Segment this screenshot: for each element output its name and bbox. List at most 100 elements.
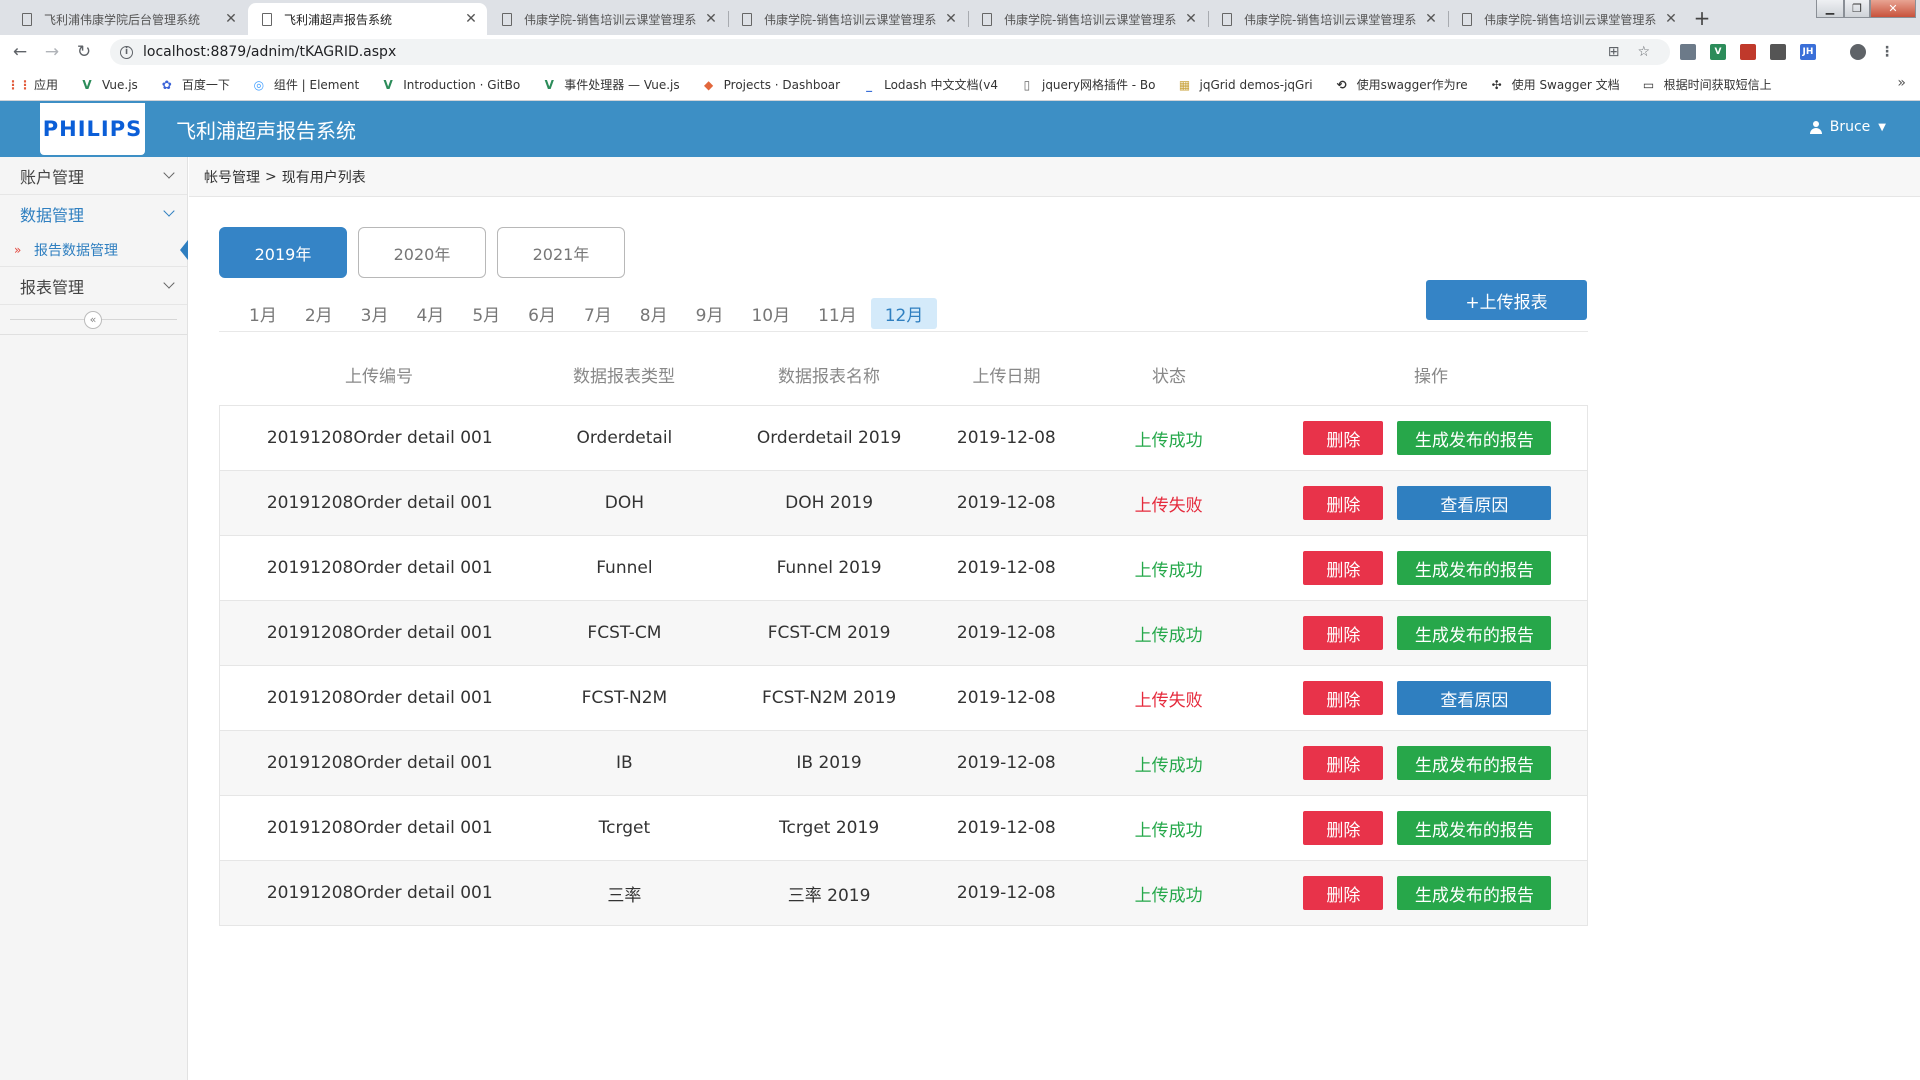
generate-report-button[interactable]: 生成发布的报告 [1397, 421, 1552, 455]
bookmark-item[interactable]: ✿ 百度一下 [160, 76, 230, 93]
menu-kebab-icon[interactable]: ⋮ [1880, 44, 1894, 60]
bookmark-item[interactable]: ▯ jquery网格插件 - Bo [1020, 76, 1156, 93]
close-icon[interactable]: ✕ [463, 11, 479, 27]
delete-button[interactable]: 删除 [1303, 876, 1384, 910]
generate-report-button[interactable]: 生成发布的报告 [1397, 811, 1552, 845]
profile-icon[interactable] [1850, 44, 1866, 60]
generate-report-button[interactable]: 生成发布的报告 [1397, 746, 1552, 780]
collapse-sidebar-icon[interactable]: « [84, 311, 102, 329]
bookmark-item[interactable]: ✣ 使用 Swagger 文档 [1490, 76, 1620, 93]
bookmark-item[interactable]: ⋮⋮ 应用 [7, 76, 58, 93]
minimize-button[interactable]: ▁ [1816, 0, 1844, 18]
jh-extension-icon[interactable]: JH [1800, 44, 1816, 60]
delete-button[interactable]: 删除 [1303, 811, 1384, 845]
bookmark-item[interactable]: V Introduction · GitBo [381, 78, 521, 92]
extension-icon[interactable] [1740, 44, 1756, 60]
browser-tab[interactable]: 飞利浦超声报告系统 ✕ [248, 3, 487, 35]
bookmarks-overflow-icon[interactable]: » [1897, 75, 1906, 91]
bookmark-item[interactable]: V 事件处理器 — Vue.js [542, 76, 680, 93]
reload-button[interactable]: ↻ [74, 42, 94, 62]
actions-cell: 删除 查看原因 [1273, 486, 1587, 520]
delete-button[interactable]: 删除 [1303, 681, 1384, 715]
bookmark-item[interactable]: ◎ 组件 | Element [252, 76, 360, 93]
month-tab[interactable]: 2月 [305, 298, 333, 329]
view-reason-button[interactable]: 查看原因 [1397, 486, 1552, 520]
info-icon[interactable]: i [120, 45, 133, 59]
browser-tab[interactable]: 伟康学院-销售培训云课堂管理系 ✕ [488, 3, 727, 35]
close-icon[interactable]: ✕ [943, 11, 959, 27]
user-menu[interactable]: Bruce ▼ [1809, 119, 1886, 135]
sidebar-subitem-report-data[interactable]: » 报告数据管理 [0, 233, 188, 267]
swagger2-icon: ✣ [1491, 77, 1502, 92]
browser-tab[interactable]: 飞利浦伟康学院后台管理系统 ✕ [8, 3, 247, 35]
vue-devtools-icon[interactable]: V [1710, 44, 1726, 60]
month-tab[interactable]: 3月 [361, 298, 389, 329]
close-icon[interactable]: ✕ [1183, 11, 1199, 27]
lodash-icon: _ [866, 77, 873, 92]
actions-cell: 删除 生成发布的报告 [1273, 551, 1587, 585]
view-reason-button[interactable]: 查看原因 [1397, 681, 1552, 715]
url-text[interactable]: localhost:8879/adnim/tKAGRID.aspx [143, 44, 396, 60]
delete-button[interactable]: 删除 [1303, 551, 1384, 585]
back-button[interactable]: ← [10, 42, 30, 62]
browser-tab[interactable]: 伟康学院-销售培训云课堂管理系 ✕ [1208, 3, 1447, 35]
sidebar-collapse-row: « [0, 305, 187, 335]
year-tab[interactable]: 2021年 [497, 227, 625, 278]
delete-button[interactable]: 删除 [1303, 486, 1384, 520]
forward-button[interactable]: → [42, 42, 62, 62]
page-icon [502, 12, 512, 26]
sidebar-item-reports[interactable]: 报表管理 [0, 267, 187, 305]
delete-button[interactable]: 删除 [1303, 616, 1384, 650]
delete-button[interactable]: 删除 [1303, 421, 1384, 455]
month-tab[interactable]: 9月 [696, 298, 724, 329]
browser-tab[interactable]: 伟康学院-销售培训云课堂管理系 ✕ [728, 3, 967, 35]
month-tab[interactable]: 1月 [249, 298, 277, 329]
close-icon[interactable]: ✕ [223, 11, 239, 27]
translate-icon[interactable]: ⊞ [1608, 44, 1620, 60]
page-icon [1222, 12, 1232, 26]
month-tab[interactable]: 6月 [528, 298, 556, 329]
month-tab[interactable]: 10月 [751, 298, 790, 329]
breadcrumb-parent[interactable]: 帐号管理 [204, 167, 260, 187]
month-tab[interactable]: 8月 [640, 298, 668, 329]
bookmark-star-icon[interactable]: ☆ [1637, 44, 1650, 60]
month-tab[interactable]: 11月 [818, 298, 857, 329]
report-type-cell: FCST-CM [587, 623, 662, 643]
omnibox[interactable]: i localhost:8879/adnim/tKAGRID.aspx ⊞ ☆ [110, 39, 1670, 65]
delete-button[interactable]: 删除 [1303, 746, 1384, 780]
sidebar-item-account[interactable]: 账户管理 [0, 157, 187, 195]
column-header: 数据报表类型 [573, 366, 675, 387]
bookmark-item[interactable]: ◆ Projects · Dashboar [702, 78, 840, 92]
extension-icon[interactable] [1680, 44, 1696, 60]
bookmark-label: 使用swagger作为re [1356, 78, 1468, 92]
bookmark-item[interactable]: ⟲ 使用swagger作为re [1335, 76, 1468, 93]
month-tab[interactable]: 5月 [472, 298, 500, 329]
year-tab[interactable]: 2020年 [358, 227, 486, 278]
year-tab[interactable]: 2019年 [219, 227, 347, 278]
report-name-cell: Tcrget 2019 [779, 818, 880, 838]
bookmark-item[interactable]: V Vue.js [80, 78, 137, 92]
page-icon [742, 12, 752, 26]
bookmark-item[interactable]: ▭ 根据时间获取短信上 [1642, 76, 1772, 93]
close-icon[interactable]: ✕ [1423, 11, 1439, 27]
generate-report-button[interactable]: 生成发布的报告 [1397, 876, 1552, 910]
report-type-cell: FCST-N2M [581, 688, 668, 708]
new-tab-button[interactable]: + [1690, 7, 1714, 31]
month-tab[interactable]: 4月 [416, 298, 444, 329]
bookmark-label: Projects · Dashboar [723, 77, 841, 92]
sidebar-item-data[interactable]: 数据管理 [0, 195, 187, 233]
month-tab[interactable]: 12月 [870, 297, 938, 329]
close-icon[interactable]: ✕ [703, 11, 719, 27]
qr-code-icon[interactable] [1770, 44, 1786, 60]
month-tab[interactable]: 7月 [584, 298, 612, 329]
close-icon[interactable]: ✕ [1663, 11, 1679, 27]
maximize-button[interactable]: ❐ [1844, 0, 1870, 18]
browser-tab[interactable]: 伟康学院-销售培训云课堂管理系 ✕ [1448, 3, 1687, 35]
bookmark-item[interactable]: ▦ jqGrid demos-jqGri [1178, 78, 1313, 92]
generate-report-button[interactable]: 生成发布的报告 [1397, 551, 1552, 585]
browser-tab[interactable]: 伟康学院-销售培训云课堂管理系 ✕ [968, 3, 1207, 35]
bookmark-item[interactable]: _ Lodash 中文文档(v4 [862, 76, 998, 93]
close-window-button[interactable]: ✕ [1870, 0, 1916, 18]
generate-report-button[interactable]: 生成发布的报告 [1397, 616, 1552, 650]
report-name-cell: 三率 2019 [787, 885, 871, 906]
